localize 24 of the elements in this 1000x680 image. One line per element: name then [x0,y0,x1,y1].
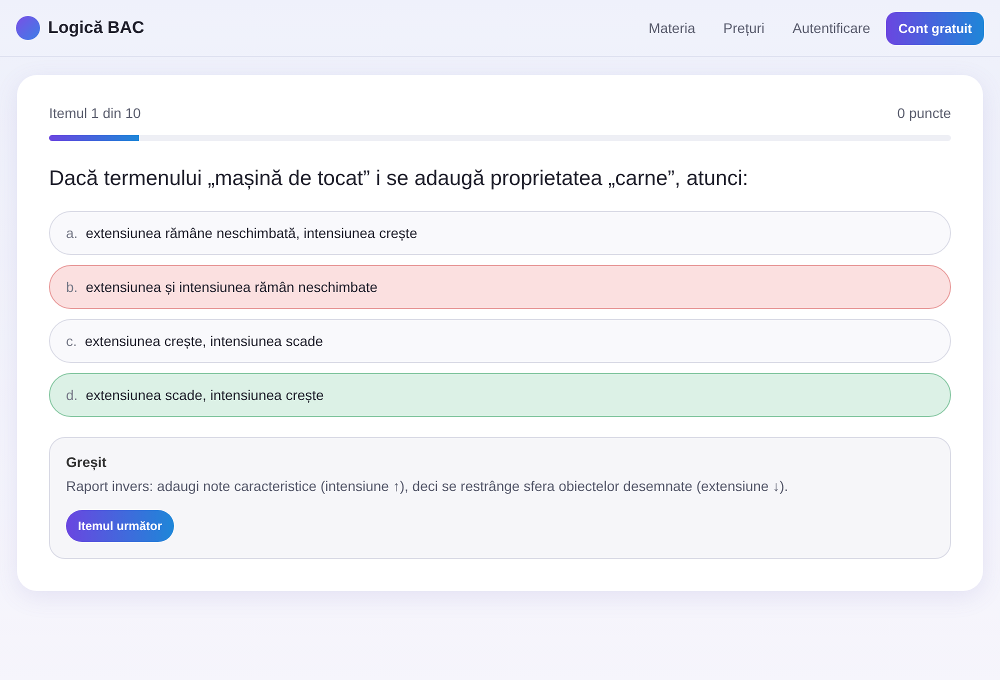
next-item-button[interactable]: Itemul următor [66,510,174,542]
nav-link[interactable]: Prețuri [723,20,765,36]
progress-label: Itemul 1 din 10 [49,105,141,121]
option-letter: b. [66,279,78,295]
option-text: extensiunea scade, intensiunea crește [86,387,324,403]
explanation-text: Raport invers: adaugi note caracteristice (intensiune ↑), deci se restrânge sfera obiectelor desemnate (extensiune ↓). [66,478,790,494]
signup-button[interactable]: Cont gratuit [886,12,984,44]
option-text: extensiunea rămâne neschimbată, intensiunea crește [86,225,418,241]
answer-option[interactable]: c. extensiunea crește, intensiunea scade [49,319,951,363]
answer-option[interactable]: b. extensiunea și intensiunea rămân neschimbate [49,265,951,309]
nav-link[interactable]: Materia [648,20,696,36]
option-text: extensiunea și intensiunea rămân neschimbate [86,279,378,295]
option-letter: a. [66,225,78,241]
question-text: Dacă termenului „mașină de tocat” i se adaugă proprietatea „carne”, atunci: [49,167,750,191]
answer-option[interactable]: d. extensiunea scade, intensiunea crește [49,373,951,417]
brand-name: Logică BAC [48,18,144,38]
option-letter: c. [66,333,77,349]
option-letter: d. [66,387,78,403]
logo-icon [16,16,40,40]
answer-option[interactable]: a. extensiunea rămâne neschimbată, intensiunea crește [49,211,951,255]
nav-link[interactable]: Autentificare [792,20,870,36]
score-label: 0 puncte [897,105,951,121]
option-text: extensiunea crește, intensiunea scade [84,333,324,349]
verdict-text: Greșit [66,454,108,470]
